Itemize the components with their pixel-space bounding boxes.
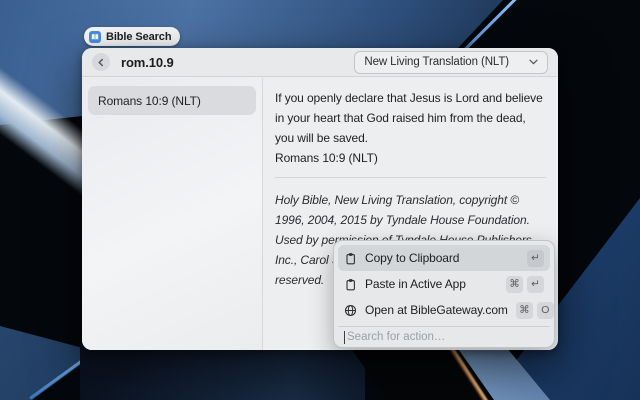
app-tag-label: Bible Search xyxy=(106,31,171,43)
action-copy-to-clipboard[interactable]: Copy to Clipboard ↵ xyxy=(338,245,550,271)
actions-panel: Copy to Clipboard ↵ Paste in Active App … xyxy=(333,240,555,348)
return-key: ↵ xyxy=(527,276,544,293)
command-key: ⌘ xyxy=(506,276,523,293)
translation-dropdown[interactable]: New Living Translation (NLT) xyxy=(354,51,548,74)
shortcut-keys: ⌘ ↵ xyxy=(506,276,544,293)
extension-window: New Living Translation (NLT) Romans 10:9… xyxy=(82,48,558,350)
app-tag[interactable]: Bible Search xyxy=(84,27,180,46)
shortcut-keys: ⌘ O xyxy=(516,302,554,319)
o-key: O xyxy=(537,302,554,319)
clipboard-icon xyxy=(344,252,357,265)
action-label: Paste in Active App xyxy=(365,277,466,291)
action-label: Copy to Clipboard xyxy=(365,251,459,265)
action-paste-in-active-app[interactable]: Paste in Active App ⌘ ↵ xyxy=(338,271,550,297)
clipboard-icon xyxy=(344,278,357,291)
verse-reference: Romans 10:9 (NLT) xyxy=(275,148,546,168)
action-search-row xyxy=(338,326,550,347)
action-label: Open at BibleGateway.com xyxy=(365,303,508,317)
window-header: New Living Translation (NLT) xyxy=(82,48,558,77)
back-button[interactable] xyxy=(92,53,110,71)
list-item-romans-10-9[interactable]: Romans 10:9 (NLT) xyxy=(88,86,256,115)
list-item-label: Romans 10:9 (NLT) xyxy=(98,94,201,108)
chevron-left-icon xyxy=(96,57,107,68)
search-input[interactable] xyxy=(121,55,311,70)
detail-divider xyxy=(275,177,546,178)
wallpaper-bottom-navy xyxy=(80,344,365,400)
globe-icon xyxy=(344,304,357,317)
results-list: Romans 10:9 (NLT) xyxy=(82,78,263,350)
verse-text: If you openly declare that Jesus is Lord… xyxy=(275,88,546,148)
translation-dropdown-label: New Living Translation (NLT) xyxy=(364,56,509,68)
return-key: ↵ xyxy=(527,250,544,267)
action-open-at-biblegateway[interactable]: Open at BibleGateway.com ⌘ O xyxy=(338,297,550,323)
shortcut-keys: ↵ xyxy=(527,250,544,267)
bible-app-icon xyxy=(89,31,101,43)
chevron-down-icon xyxy=(529,59,538,65)
desktop: Bible Search New Living Translation (NLT… xyxy=(0,0,640,400)
action-search-input[interactable] xyxy=(347,331,546,343)
command-key: ⌘ xyxy=(516,302,533,319)
text-caret xyxy=(344,331,345,344)
